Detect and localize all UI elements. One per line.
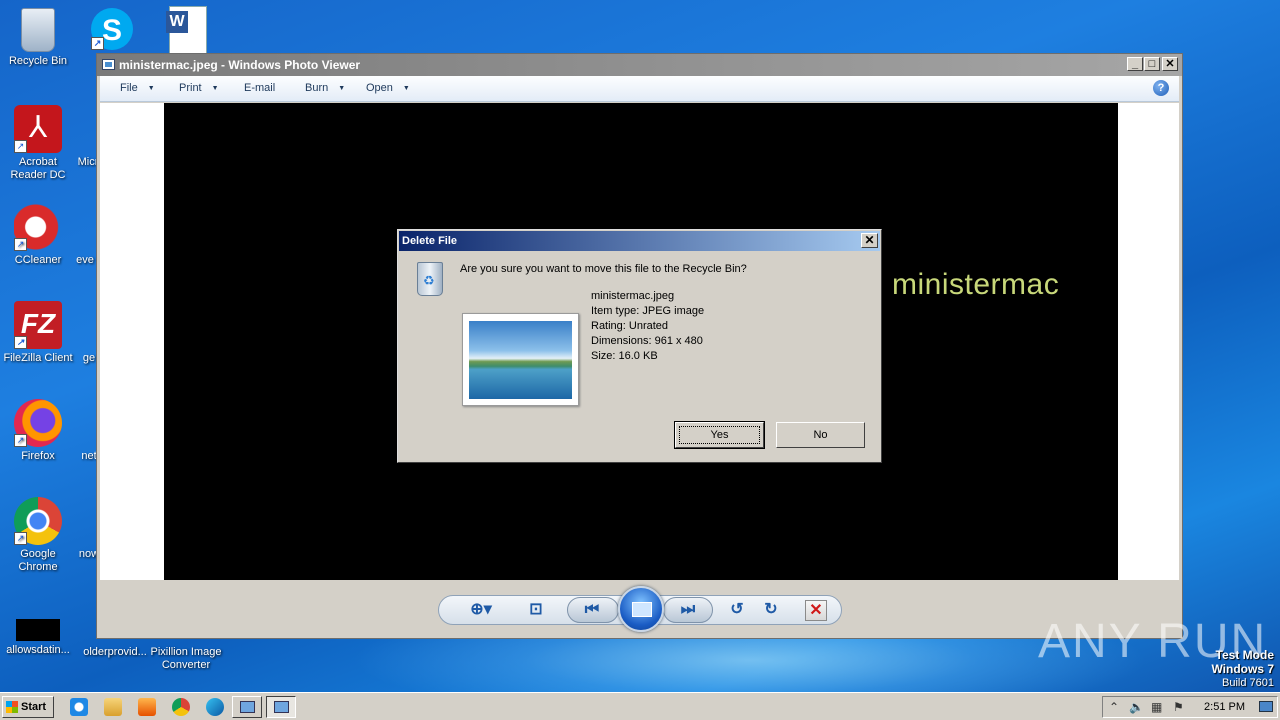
menu-email[interactable]: E-mail xyxy=(244,82,275,94)
photo-viewer-menubar: File ▼ Print ▼ E-mail Burn ▼ Open ▼ ? xyxy=(100,76,1179,102)
desktop-icon-pixillion[interactable]: Pixillion Image Converter xyxy=(148,646,224,672)
chrome-icon[interactable] xyxy=(172,698,190,716)
chevron-down-icon: ▼ xyxy=(147,84,155,92)
next-icon[interactable]: ⏭ xyxy=(677,600,699,620)
no-button[interactable]: No xyxy=(776,422,865,448)
photo-viewer-titlebar[interactable]: ministermac.jpeg - Windows Photo Viewer … xyxy=(97,54,1182,76)
show-hidden-icons-icon[interactable]: ⌃ xyxy=(1109,700,1119,714)
dialog-title: Delete File xyxy=(402,235,458,247)
delete-icon[interactable]: ✕ xyxy=(805,600,827,621)
firefox-icon: ↗ xyxy=(14,399,62,447)
test-mode-watermark: Test Mode Windows 7 Build 7601 xyxy=(1211,648,1274,690)
menu-print[interactable]: Print ▼ xyxy=(179,82,219,94)
rotate-left-icon[interactable]: ↺ xyxy=(726,600,748,620)
desktop-icon-acrobat[interactable]: ⅄ ↗ Acrobat Reader DC xyxy=(0,105,76,182)
shortcut-arrow-icon: ↗ xyxy=(91,37,104,50)
file-info: ministermac.jpeg Item type: JPEG image R… xyxy=(591,289,704,364)
dialog-titlebar[interactable]: Delete File ✕ xyxy=(399,231,880,251)
desktop-icon-label: Google Chrome xyxy=(18,548,58,573)
delete-file-dialog: Delete File ✕ Are you sure you want to m… xyxy=(397,229,882,463)
desktop-icon-label: Recycle Bin xyxy=(8,55,68,67)
ie-icon[interactable] xyxy=(70,698,88,716)
show-desktop-icon[interactable] xyxy=(1259,701,1273,712)
file-rating: Rating: Unrated xyxy=(591,320,669,332)
menu-open[interactable]: Open ▼ xyxy=(366,82,410,94)
dialog-question: Are you sure you want to move this file … xyxy=(460,263,747,275)
desktop-icon-label: Firefox xyxy=(21,450,55,462)
image-text: ministermac xyxy=(892,268,1060,301)
file-dimensions: Dimensions: 961 x 480 xyxy=(591,335,703,347)
taskbar: Start ⌃ 🔈 ▦ ⚑ 2:51 PM xyxy=(0,692,1280,720)
recycle-bin-icon xyxy=(417,262,443,296)
start-button[interactable]: Start xyxy=(2,696,54,718)
file-size: Size: 16.0 KB xyxy=(591,350,658,362)
action-center-icon[interactable]: ⚑ xyxy=(1173,700,1184,714)
filezilla-icon: FZ ↗ xyxy=(14,301,62,349)
desktop-icon-label: Acrobat Reader DC xyxy=(10,156,66,181)
menu-burn[interactable]: Burn ▼ xyxy=(305,82,345,94)
desktop-icon-label: allowsdatin... xyxy=(6,644,70,656)
zoom-icon[interactable]: ⊕▾ xyxy=(465,600,497,620)
shortcut-arrow-icon: ↗ xyxy=(14,238,27,251)
clock[interactable]: 2:51 PM xyxy=(1204,701,1245,713)
desktop-icon-ccleaner[interactable]: ↗ CCleaner xyxy=(0,203,76,267)
chevron-down-icon: ▼ xyxy=(402,84,410,92)
maximize-button[interactable]: □ xyxy=(1144,57,1160,71)
chrome-icon: ↗ xyxy=(14,497,62,545)
volume-icon[interactable]: 🔈 xyxy=(1129,700,1144,714)
explorer-icon[interactable] xyxy=(104,698,122,716)
chevron-down-icon: ▼ xyxy=(338,84,346,92)
recycle-bin-icon xyxy=(21,8,55,52)
window-title: ministermac.jpeg - Windows Photo Viewer xyxy=(119,58,361,72)
thumbnail-image xyxy=(469,321,572,399)
file-item-type: Item type: JPEG image xyxy=(591,305,705,317)
help-icon[interactable]: ? xyxy=(1153,80,1169,96)
skype-icon: S ↗ xyxy=(91,8,133,50)
previous-icon[interactable]: ⏮ xyxy=(581,600,603,620)
acrobat-icon: ⅄ ↗ xyxy=(14,105,62,153)
close-button[interactable]: ✕ xyxy=(1162,57,1178,71)
desktop-icon-recycle-bin[interactable]: Recycle Bin xyxy=(0,8,76,68)
desktop-icon-filezilla[interactable]: FZ ↗ FileZilla Client xyxy=(0,301,76,365)
shortcut-arrow-icon: ↗ xyxy=(14,140,27,153)
minimize-button[interactable]: _ xyxy=(1127,57,1143,71)
slideshow-icon[interactable] xyxy=(618,586,664,632)
word-icon xyxy=(166,6,207,54)
desktop-icon-word[interactable] xyxy=(158,6,218,57)
actual-size-icon[interactable]: ⊡ xyxy=(525,600,547,620)
menu-file[interactable]: File ▼ xyxy=(120,82,155,94)
edge-icon[interactable] xyxy=(206,698,224,716)
os-label: Windows 7 xyxy=(1211,662,1274,676)
ccleaner-icon: ↗ xyxy=(14,203,62,251)
chevron-down-icon: ▼ xyxy=(211,84,219,92)
desktop-icon-chrome[interactable]: ↗ Google Chrome xyxy=(0,497,76,574)
shortcut-arrow-icon: ↗ xyxy=(14,532,27,545)
photo-viewer-app-icon xyxy=(102,59,115,70)
taskbar-app-pixillion[interactable] xyxy=(232,696,262,718)
desktop-icon-label: CCleaner xyxy=(14,254,62,266)
shortcut-arrow-icon: ↗ xyxy=(14,434,27,447)
build-label: Build 7601 xyxy=(1222,677,1274,689)
desktop-icon-skype[interactable]: S ↗ xyxy=(86,8,138,53)
media-player-icon[interactable] xyxy=(138,698,156,716)
desktop-icon-olderprovider[interactable]: olderprovid... xyxy=(75,646,155,659)
desktop-icon-label: olderprovid... xyxy=(83,646,147,658)
shortcut-arrow-icon: ↗ xyxy=(14,336,27,349)
file-icon xyxy=(16,619,60,641)
yes-button[interactable]: Yes xyxy=(674,421,765,449)
file-thumbnail xyxy=(462,313,579,406)
desktop-icon-firefox[interactable]: ↗ Firefox xyxy=(0,399,76,463)
desktop-icon-allowsdating[interactable]: allowsdatin... xyxy=(0,605,76,657)
network-icon[interactable]: ▦ xyxy=(1151,700,1162,714)
photo-viewer-controlbar: ⊕▾ ⊡ ⏮ ⏭ ↺ ↻ ✕ xyxy=(97,580,1182,638)
dialog-close-button[interactable]: ✕ xyxy=(861,233,878,248)
desktop-icon-label: FileZilla Client xyxy=(3,352,73,364)
test-mode-label: Test Mode xyxy=(1215,648,1274,662)
system-tray: ⌃ 🔈 ▦ ⚑ 2:51 PM xyxy=(1102,696,1278,718)
rotate-right-icon[interactable]: ↻ xyxy=(760,600,782,620)
file-name: ministermac.jpeg xyxy=(591,290,675,302)
taskbar-app-photo-viewer[interactable] xyxy=(266,696,296,718)
desktop-icon-label: Pixillion Image Converter xyxy=(150,646,222,671)
